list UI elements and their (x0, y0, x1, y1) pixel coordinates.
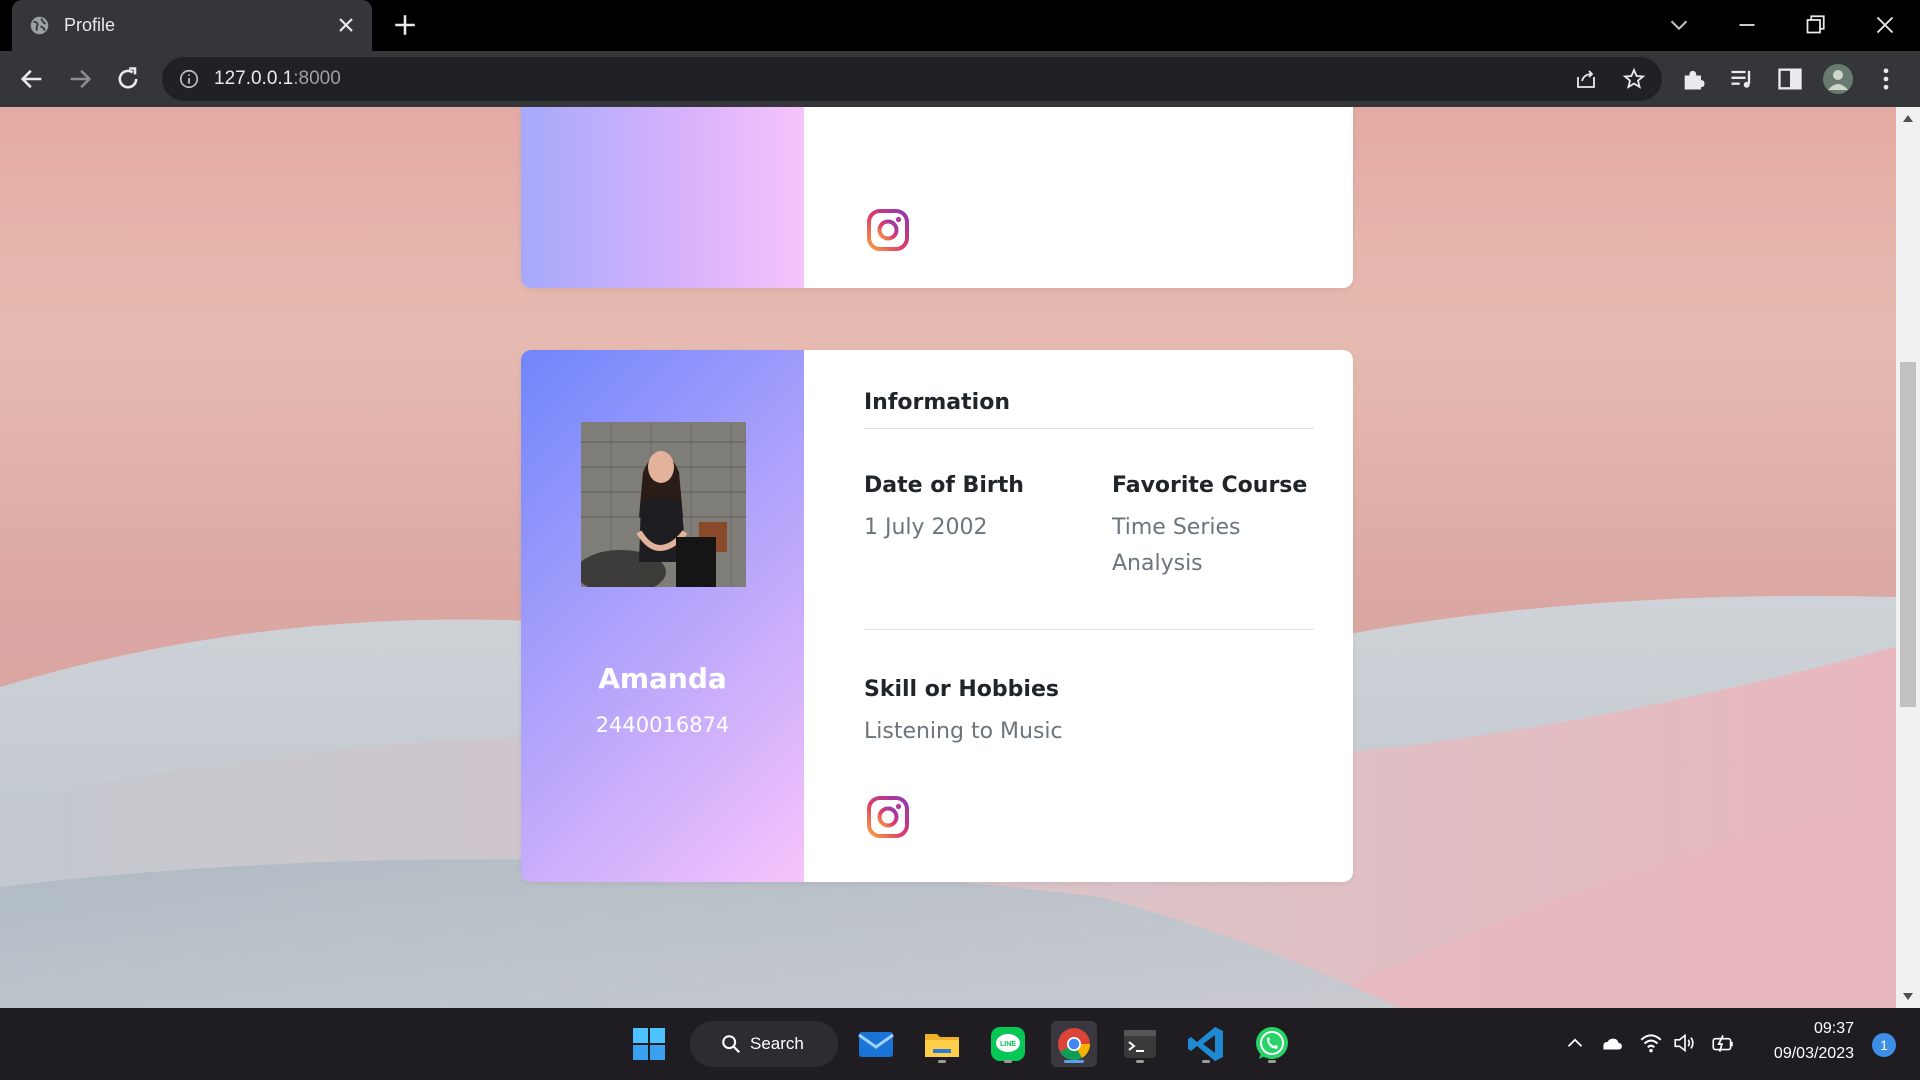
card-gradient-panel: Amanda 2440016874 (521, 350, 804, 882)
course-label: Favorite Course (1112, 473, 1308, 498)
profile-avatar-icon[interactable] (1822, 63, 1854, 95)
instagram-icon[interactable] (866, 208, 910, 252)
bookmark-star-icon[interactable] (1622, 67, 1646, 91)
profile-card-previous (521, 107, 1353, 288)
browser-toolbar: 127.0.0.1:8000 (0, 51, 1920, 107)
onedrive-cloud-icon[interactable] (1598, 1030, 1624, 1056)
taskbar-chrome[interactable] (1051, 1021, 1097, 1067)
show-hidden-icons-chevron-icon[interactable] (1562, 1030, 1588, 1056)
instagram-icon[interactable] (866, 795, 910, 839)
address-bar[interactable]: 127.0.0.1:8000 (162, 57, 1662, 101)
battery-charging-icon[interactable] (1710, 1030, 1736, 1056)
tab-search-chevron-icon[interactable] (1664, 10, 1694, 40)
search-label: Search (750, 1034, 804, 1053)
running-indicator (1136, 1060, 1144, 1063)
taskbar-file-explorer[interactable] (919, 1021, 965, 1067)
student-name: Amanda (598, 662, 727, 695)
taskbar-mail[interactable] (853, 1021, 899, 1067)
scrollbar-thumb[interactable] (1900, 362, 1916, 707)
vertical-scrollbar[interactable] (1896, 107, 1920, 1008)
windows-taskbar: Search LINE 09:37 09/03/2023 1 (0, 1008, 1920, 1080)
profile-photo (581, 422, 746, 587)
wifi-icon[interactable] (1638, 1030, 1664, 1056)
student-id: 2440016874 (595, 713, 730, 737)
running-indicator (1268, 1060, 1276, 1063)
svg-text:LINE: LINE (1000, 1041, 1016, 1048)
forward-icon[interactable] (66, 65, 94, 93)
volume-icon[interactable] (1672, 1030, 1698, 1056)
restore-icon[interactable] (1800, 10, 1830, 40)
extensions-icon[interactable] (1680, 65, 1708, 93)
section-title: Information (864, 390, 1010, 415)
page-viewport: Amanda 2440016874 Information Date of Bi… (0, 107, 1896, 1008)
clock-time[interactable]: 09:37 (1814, 1020, 1854, 1038)
dob-value: 1 July 2002 (864, 515, 988, 540)
more-menu-icon[interactable] (1872, 65, 1900, 93)
start-button[interactable] (626, 1021, 672, 1067)
divider (864, 629, 1314, 630)
taskbar-vscode[interactable] (1183, 1021, 1229, 1067)
reload-icon[interactable] (114, 65, 142, 93)
site-info-icon[interactable] (178, 68, 200, 90)
media-control-icon[interactable] (1728, 65, 1756, 93)
windows-logo-icon (633, 1028, 665, 1060)
new-tab-icon[interactable] (392, 12, 418, 38)
url-text[interactable]: 127.0.0.1:8000 (214, 68, 341, 90)
taskbar-terminal[interactable] (1117, 1021, 1163, 1067)
running-indicator (1202, 1060, 1210, 1063)
tab-strip: Profile (0, 0, 1920, 51)
running-indicator (1004, 1060, 1012, 1063)
profile-card: Amanda 2440016874 Information Date of Bi… (521, 350, 1353, 882)
minimize-icon[interactable] (1732, 10, 1762, 40)
taskbar-line[interactable]: LINE (985, 1021, 1031, 1067)
share-icon[interactable] (1574, 67, 1598, 91)
skill-label: Skill or Hobbies (864, 677, 1059, 702)
taskbar-search[interactable]: Search (690, 1021, 838, 1067)
running-indicator (1064, 1060, 1084, 1063)
scroll-up-icon[interactable] (1903, 115, 1913, 122)
divider (864, 428, 1314, 429)
tab-title: Profile (64, 15, 116, 35)
card-gradient-panel (521, 107, 804, 288)
clock-date[interactable]: 09/03/2023 (1774, 1045, 1854, 1063)
close-tab-icon[interactable] (334, 13, 358, 37)
globe-icon (30, 16, 49, 35)
tab-profile[interactable]: Profile (12, 0, 372, 51)
dob-label: Date of Birth (864, 473, 1024, 498)
search-icon (722, 1035, 741, 1054)
course-value: Time Series Analysis (1112, 515, 1241, 576)
taskbar-whatsapp[interactable] (1249, 1021, 1295, 1067)
skill-value: Listening to Music (864, 719, 1063, 744)
side-panel-icon[interactable] (1776, 65, 1804, 93)
back-icon[interactable] (18, 65, 46, 93)
scroll-down-icon[interactable] (1903, 993, 1913, 1000)
running-indicator (938, 1060, 946, 1063)
close-window-icon[interactable] (1870, 10, 1900, 40)
mail-icon (858, 1032, 894, 1057)
notification-badge[interactable]: 1 (1872, 1033, 1896, 1057)
